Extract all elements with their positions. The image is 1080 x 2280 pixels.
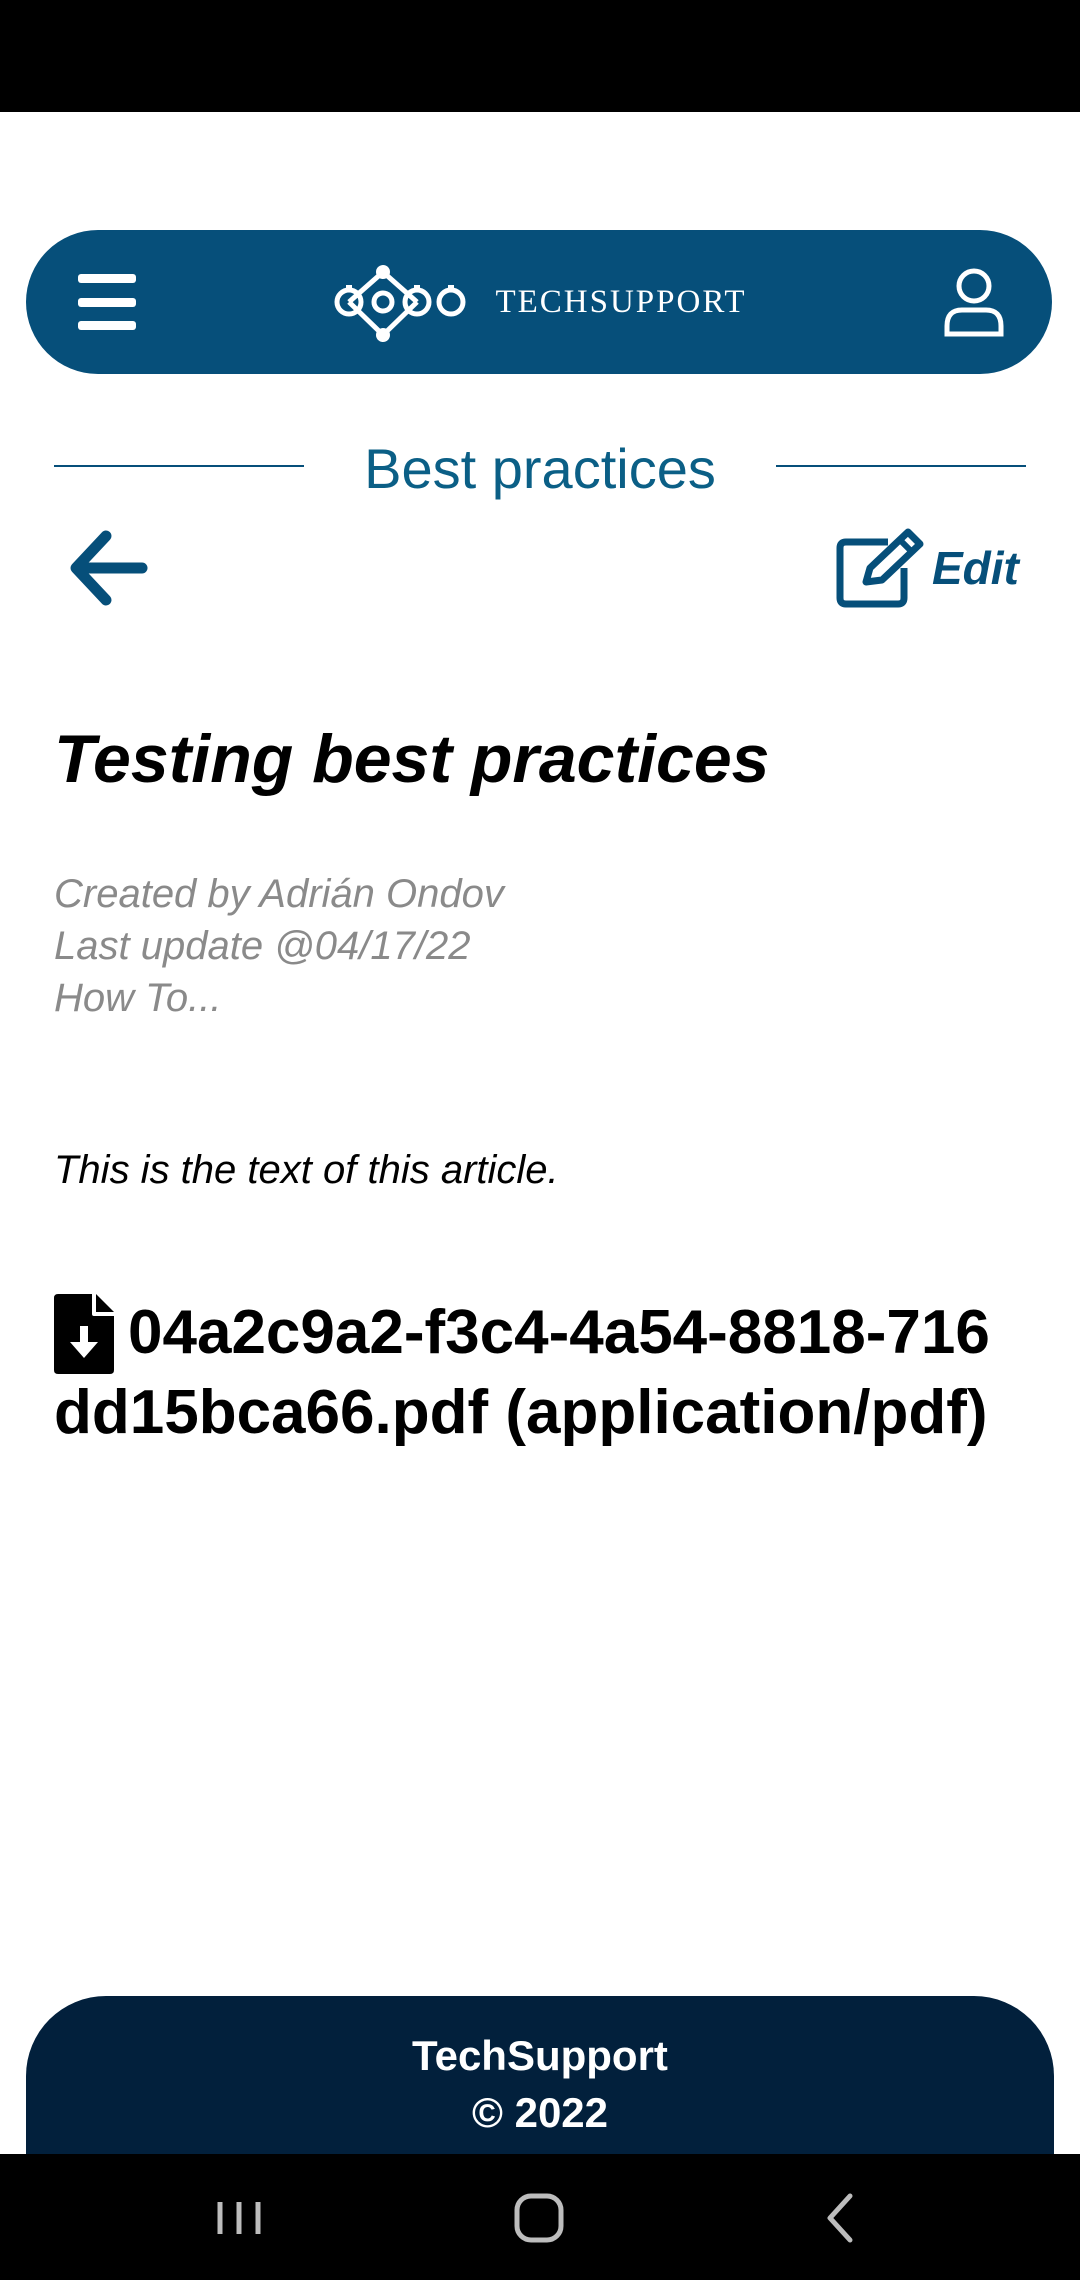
article-body: This is the text of this article.: [54, 1148, 559, 1192]
section-title: Best practices: [364, 436, 716, 500]
footer-brand: TechSupport: [412, 2032, 668, 2079]
chevron-left-icon: [827, 2193, 853, 2243]
edit-icon: [836, 528, 924, 608]
file-download-icon: [54, 1294, 114, 1374]
last-update: Last update @04/17/22: [54, 924, 471, 968]
home-button[interactable]: [505, 2186, 575, 2250]
home-icon: [514, 2193, 564, 2243]
footer: TechSupport © 2022: [26, 1996, 1054, 2156]
edit-label: Edit: [932, 542, 1019, 594]
status-bar: [0, 0, 1080, 112]
app-header: TECHSUPPORT: [26, 230, 1052, 374]
brand-name: TECHSUPPORT: [495, 283, 747, 320]
system-nav-bar: [0, 2154, 1080, 2280]
user-icon: [944, 268, 1004, 337]
back-button[interactable]: [70, 530, 148, 606]
brand-logo[interactable]: TECHSUPPORT: [331, 257, 746, 347]
user-account-button[interactable]: [942, 266, 1006, 338]
article-meta: Created by Adrián Ondov Last update @04/…: [54, 868, 504, 1024]
hamburger-menu-icon-bar: [78, 321, 136, 330]
attachment-filename: 04a2c9a2-f3c4-4a54-8818-716dd15bca66.pdf…: [54, 1298, 990, 1447]
attachment-link[interactable]: 04a2c9a2-f3c4-4a54-8818-716dd15bca66.pdf…: [54, 1294, 1024, 1452]
divider-line: [54, 465, 304, 467]
back-nav-button[interactable]: [808, 2186, 878, 2250]
section-title-row: Best practices: [54, 428, 1026, 508]
created-by: Created by Adrián Ondov: [54, 872, 504, 916]
hamburger-menu-icon: [78, 274, 136, 283]
recent-apps-icon: [217, 2202, 261, 2234]
recent-apps-button[interactable]: [204, 2186, 274, 2250]
divider-line: [776, 465, 1026, 467]
arrow-left-icon: [70, 530, 148, 606]
article-category: How To...: [54, 976, 222, 1020]
footer-copyright: © 2022: [471, 2089, 609, 2136]
gears-logo-icon: [334, 265, 466, 342]
hamburger-menu-icon-bar: [78, 297, 136, 307]
edit-button[interactable]: Edit: [836, 528, 1019, 608]
menu-button[interactable]: [78, 274, 136, 330]
article-title: Testing best practices: [54, 721, 770, 797]
